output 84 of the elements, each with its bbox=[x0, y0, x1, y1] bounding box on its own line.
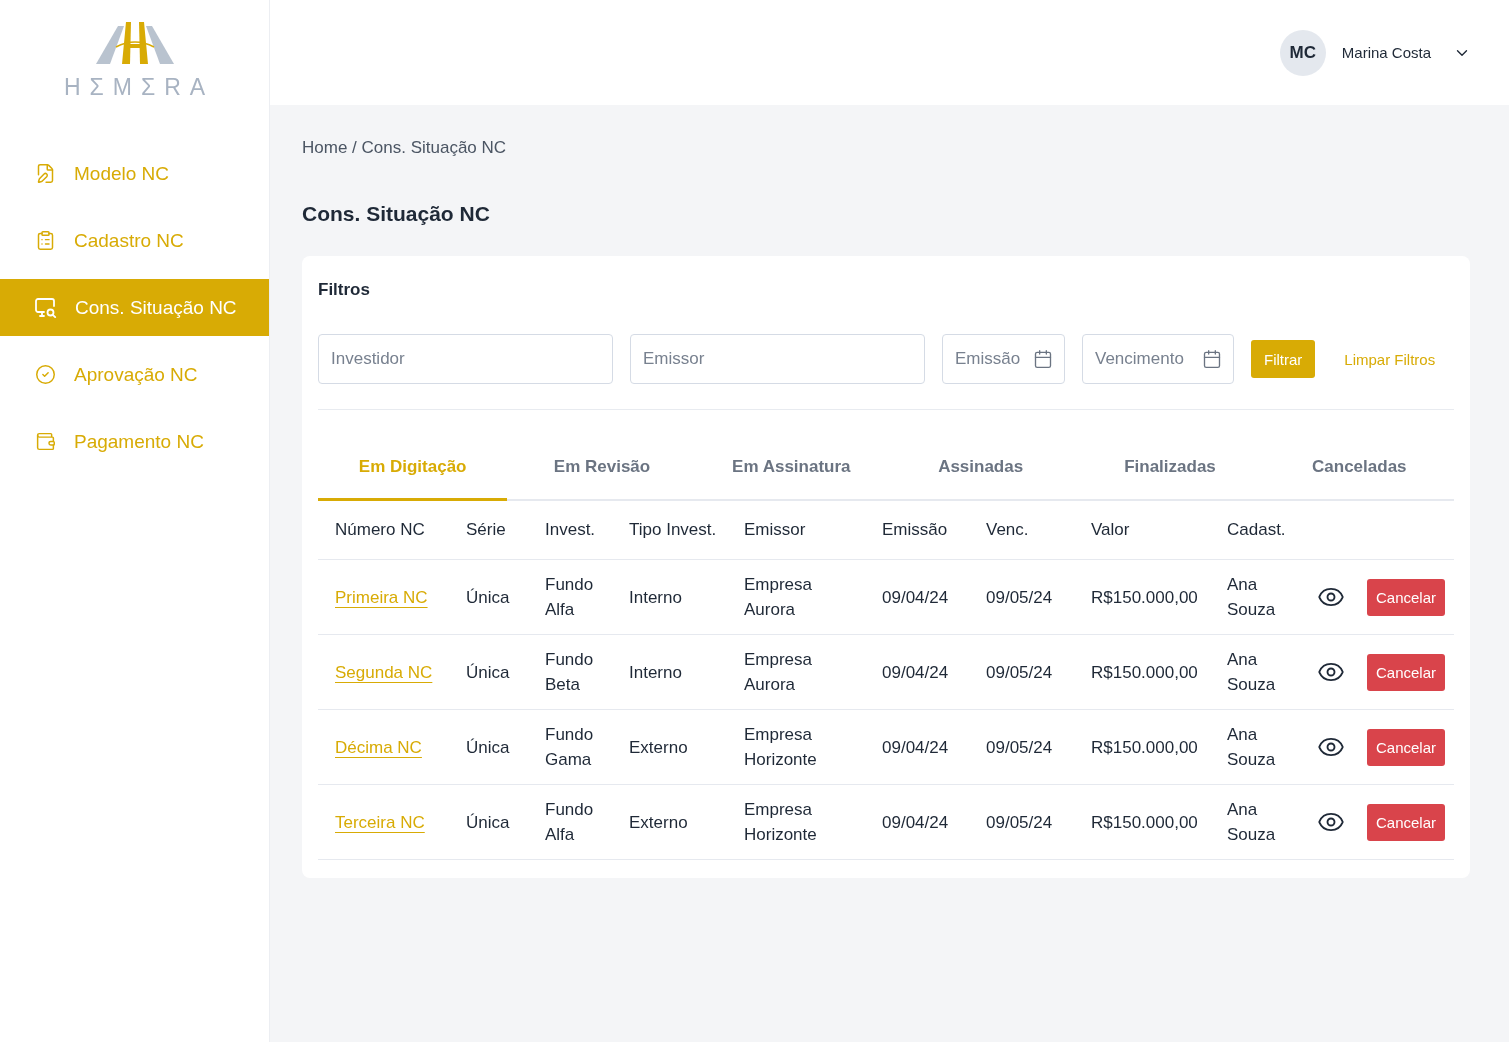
table-cell-text: 09/04/24 bbox=[882, 586, 950, 609]
table-cell-text: 09/04/24 bbox=[882, 811, 950, 834]
date-field[interactable]: Vencimento bbox=[1082, 334, 1234, 384]
page-title: Cons. Situação NC bbox=[302, 202, 491, 226]
table-cell-text: Ana Souza bbox=[1227, 799, 1277, 846]
input-field[interactable]: Emissor bbox=[630, 334, 925, 384]
table-cell-text: 09/04/24 bbox=[882, 661, 950, 684]
table-cell-text: Ana Souza bbox=[1227, 574, 1277, 621]
status-tab[interactable]: Canceladas bbox=[1264, 440, 1454, 501]
column-header: Valor bbox=[1091, 520, 1131, 540]
table-cell-text: R$150.000,00 bbox=[1091, 736, 1199, 759]
column-header: Emissão bbox=[882, 520, 949, 540]
table-cell-text: Ana Souza bbox=[1227, 724, 1277, 771]
nc-link[interactable]: Segunda NC bbox=[335, 659, 433, 685]
sidebar-item[interactable]: Modelo NC bbox=[0, 145, 269, 202]
table-cell-text: Única bbox=[466, 661, 511, 684]
table-cell-text: 09/05/24 bbox=[986, 661, 1054, 684]
table-cell-text: Empresa Aurora bbox=[744, 649, 814, 696]
sidebar-item[interactable]: Aprovação NC bbox=[0, 346, 269, 403]
column-header: Invest. bbox=[545, 520, 597, 540]
table-cell-text: Externo bbox=[629, 811, 689, 834]
table-cell-text: Ana Souza bbox=[1227, 649, 1277, 696]
table-cell-text: 09/05/24 bbox=[986, 811, 1054, 834]
user-name[interactable]: Marina Costa bbox=[1341, 44, 1431, 61]
view-button[interactable] bbox=[1317, 737, 1345, 757]
column-header: Tipo Invest. bbox=[629, 520, 718, 540]
column-header: Cadast. bbox=[1227, 520, 1287, 540]
filters-title: Filtros bbox=[318, 280, 371, 300]
clear-filters-link[interactable]: Limpar Filtros bbox=[1344, 350, 1436, 368]
status-tab[interactable]: Em Digitação bbox=[318, 440, 508, 501]
breadcrumb: Home / Cons. Situação NC bbox=[302, 138, 508, 158]
column-header: Número NC bbox=[335, 520, 426, 540]
table-cell-text: Empresa Horizonte bbox=[744, 799, 818, 846]
wallet-icon bbox=[35, 431, 56, 452]
input-field[interactable]: Investidor bbox=[318, 334, 613, 384]
view-button[interactable] bbox=[1317, 587, 1345, 607]
filter-button[interactable]: Filtrar bbox=[1251, 340, 1316, 378]
table-cell-text: Fundo Alfa bbox=[545, 574, 595, 621]
cancel-button[interactable]: Cancelar bbox=[1367, 653, 1445, 691]
table-cell-text: 09/05/24 bbox=[986, 586, 1054, 609]
view-button[interactable] bbox=[1317, 662, 1345, 682]
monitor-search-icon bbox=[35, 297, 57, 318]
cancel-button[interactable]: Cancelar bbox=[1367, 728, 1445, 766]
table-cell-text: Única bbox=[466, 586, 511, 609]
nc-link[interactable]: Primeira NC bbox=[335, 584, 428, 610]
status-tab[interactable]: Assinadas bbox=[886, 440, 1076, 501]
table-cell-text: Externo bbox=[629, 736, 689, 759]
nc-link[interactable]: Terceira NC bbox=[335, 809, 425, 835]
table-cell-text: 09/04/24 bbox=[882, 736, 950, 759]
logo-icon bbox=[95, 22, 174, 66]
file-pen-icon bbox=[35, 163, 56, 184]
table-cell-text: Empresa Horizonte bbox=[744, 724, 818, 771]
avatar[interactable]: MC bbox=[1279, 29, 1326, 76]
calendar-icon[interactable] bbox=[1033, 349, 1053, 369]
status-tab[interactable]: Em Assinatura bbox=[696, 440, 886, 501]
view-button[interactable] bbox=[1317, 812, 1345, 832]
table-cell-text: Empresa Aurora bbox=[744, 574, 814, 621]
table-cell-text: Fundo Beta bbox=[545, 649, 595, 696]
table-cell-text: R$150.000,00 bbox=[1091, 586, 1199, 609]
clipboard-icon bbox=[35, 230, 56, 251]
table-cell-text: Única bbox=[466, 811, 511, 834]
table-cell-text: R$150.000,00 bbox=[1091, 661, 1199, 684]
column-header: Emissor bbox=[744, 520, 807, 540]
check-circle-icon bbox=[35, 364, 56, 385]
table-cell-text: Fundo Alfa bbox=[545, 799, 595, 846]
logo-wordmark: HΣMΣRA bbox=[62, 74, 215, 100]
status-tab[interactable]: Finalizadas bbox=[1075, 440, 1265, 501]
sidebar-item[interactable]: Cons. Situação NC bbox=[0, 279, 269, 336]
table-cell-text: Única bbox=[466, 736, 511, 759]
table-cell-text: Interno bbox=[629, 661, 683, 684]
nc-link[interactable]: Décima NC bbox=[335, 734, 422, 760]
column-header: Venc. bbox=[986, 520, 1030, 540]
sidebar-item[interactable]: Pagamento NC bbox=[0, 413, 269, 470]
table-cell-text: R$150.000,00 bbox=[1091, 811, 1199, 834]
status-tab[interactable]: Em Revisão bbox=[507, 440, 697, 501]
table-cell-text: 09/05/24 bbox=[986, 736, 1054, 759]
column-header: Série bbox=[466, 520, 507, 540]
table-cell-text: Fundo Gama bbox=[545, 724, 595, 771]
cancel-button[interactable]: Cancelar bbox=[1367, 578, 1445, 616]
table-cell-text: Interno bbox=[629, 586, 683, 609]
date-field[interactable]: Emissão bbox=[942, 334, 1065, 384]
sidebar-item[interactable]: Cadastro NC bbox=[0, 212, 269, 269]
calendar-icon[interactable] bbox=[1202, 349, 1222, 369]
cancel-button[interactable]: Cancelar bbox=[1367, 803, 1445, 841]
